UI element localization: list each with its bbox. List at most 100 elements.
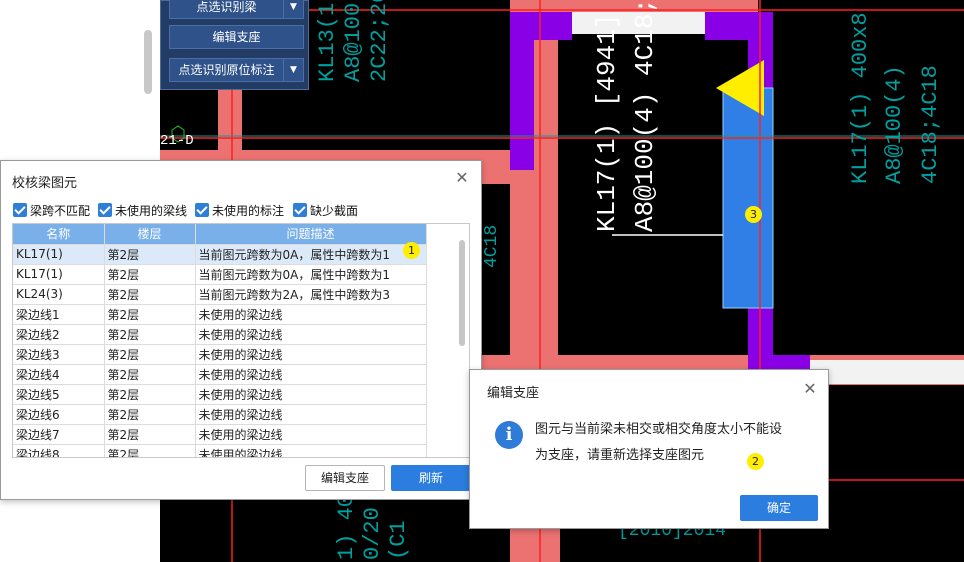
info-icon: i	[495, 421, 523, 449]
badge-2: 2	[747, 453, 764, 470]
edit-support-tool-label: 编辑支座	[212, 30, 261, 44]
close-icon[interactable]: ✕	[453, 169, 471, 187]
table-scrollbar[interactable]	[459, 240, 465, 346]
check-beam-dialog: 校核梁图元 ✕ 梁跨不匹配 未使用的梁线 未使用的标注 缺少截面 名称 楼层 问…	[0, 160, 482, 500]
pick-identify-annotation-label: 点选识别原位标注	[178, 63, 275, 77]
filter-label: 缺少截面	[310, 204, 359, 218]
beam-right-white	[810, 360, 964, 384]
cad-main-label-1: KL17(1) [4941] 400	[592, 0, 622, 232]
cell-description: 未使用的梁边线	[195, 324, 427, 345]
badge-3: 3	[745, 206, 762, 223]
cell-description: 未使用的梁边线	[195, 424, 427, 445]
cell-floor: 第2层	[104, 364, 196, 385]
pick-identify-annotation-button[interactable]: 点选识别原位标注 ▼	[169, 58, 304, 82]
table-row[interactable]: KL24(3) 第2层 当前图元跨数为2A，属性中跨数为3	[13, 284, 427, 305]
cad-main-label-2: A8@100(4) 4C18;4C	[630, 0, 660, 232]
edit-support-alert-dialog: 编辑支座 ✕ i 图元与当前梁未相交或相交角度太小不能设 为支座，请重新选择支座…	[469, 369, 829, 529]
cad-right-label-2: A8@100(4)	[882, 65, 907, 184]
issue-table: 名称 楼层 问题描述 KL17(1) 第2层 当前图元跨数为0A，属性中跨数为1 KL…	[12, 223, 470, 458]
cell-name: 梁边线2	[13, 324, 105, 345]
table-row[interactable]: 梁边线2 第2层 未使用的梁边线	[13, 324, 427, 345]
column-header-name[interactable]: 名称	[13, 224, 105, 245]
cad-bottom-label-2: 0/20	[360, 507, 385, 560]
edit-support-button[interactable]: 编辑支座	[305, 465, 385, 491]
cell-name: KL17(1)	[13, 264, 105, 285]
cell-floor: 第2层	[104, 344, 196, 365]
table-row[interactable]: 梁边线5 第2层 未使用的梁边线	[13, 384, 427, 405]
cell-description: 未使用的梁边线	[195, 404, 427, 425]
cell-floor: 第2层	[104, 404, 196, 425]
filter-missing-section[interactable]: 缺少截面	[293, 202, 358, 218]
filter-label: 梁跨不匹配	[30, 204, 91, 218]
cell-name: 梁边线1	[13, 304, 105, 325]
cell-floor: 第2层	[104, 304, 196, 325]
column-left	[510, 12, 534, 170]
checkbox-icon[interactable]	[293, 203, 307, 217]
ok-button[interactable]: 确定	[740, 495, 818, 521]
axis-label: 21-D	[160, 133, 194, 149]
table-row[interactable]: 梁边线6 第2层 未使用的梁边线	[13, 404, 427, 425]
alert-title: 编辑支座	[487, 386, 540, 401]
cell-floor: 第2层	[104, 244, 196, 265]
cell-name: 梁边线8	[13, 444, 105, 457]
edit-support-tool-button[interactable]: 编辑支座	[169, 25, 304, 49]
filter-label: 未使用的标注	[212, 204, 285, 218]
cell-name: 梁边线7	[13, 424, 105, 445]
table-row[interactable]: 梁边线4 第2层 未使用的梁边线	[13, 364, 427, 385]
cad-label-kl13-rebar: 2C22;2C	[367, 0, 392, 82]
filter-unused-annotation[interactable]: 未使用的标注	[195, 202, 284, 218]
close-icon[interactable]: ✕	[801, 380, 819, 398]
cad-right-label-1: KL17(1) 400x8	[848, 12, 873, 184]
chevron-down-icon[interactable]: ▼	[283, 59, 303, 81]
cell-description: 未使用的梁边线	[195, 304, 427, 325]
cell-name: KL24(3)	[13, 284, 105, 305]
column-header-floor[interactable]: 楼层	[104, 224, 196, 245]
cell-floor: 第2层	[104, 264, 196, 285]
cell-floor: 第2层	[104, 384, 196, 405]
cad-label-kl13: KL13(1)	[315, 0, 340, 82]
table-row[interactable]: 梁边线3 第2层 未使用的梁边线	[13, 344, 427, 365]
alert-message-line1: 图元与当前梁未相交或相交角度太小不能设	[535, 422, 783, 437]
cell-floor: 第2层	[104, 424, 196, 445]
checkbox-icon[interactable]	[98, 203, 112, 217]
cell-description: 当前图元跨数为2A，属性中跨数为3	[195, 284, 427, 305]
checkbox-icon[interactable]	[195, 203, 209, 217]
table-row[interactable]: KL17(1) 第2层 当前图元跨数为0A，属性中跨数为1	[13, 264, 427, 285]
table-row[interactable]: 梁边线8 第2层 未使用的梁边线	[13, 444, 427, 457]
table-row[interactable]: 梁边线1 第2层 未使用的梁边线	[13, 304, 427, 325]
alert-message-line2: 为支座，请重新选择支座图元	[535, 448, 705, 463]
cell-description: 未使用的梁边线	[195, 444, 427, 457]
table-row[interactable]: 梁边线7 第2层 未使用的梁边线	[13, 424, 427, 445]
cell-name: 梁边线4	[13, 364, 105, 385]
filter-span-mismatch[interactable]: 梁跨不匹配	[13, 202, 90, 218]
beam-toolbar-panel: 点选识别梁 ▼ 编辑支座 点选识别原位标注 ▼	[160, 0, 309, 90]
cell-description: 未使用的梁边线	[195, 364, 427, 385]
support-blue-rect	[722, 87, 774, 309]
badge-1: 1	[403, 242, 420, 259]
cad-label-kl13-stirrup: A8@100(2)	[341, 0, 366, 82]
checkbox-icon[interactable]	[13, 203, 27, 217]
cell-name: KL17(1)	[13, 244, 105, 265]
cell-floor: 第2层	[104, 324, 196, 345]
cad-right-label-3: 4C18;4C18	[918, 65, 943, 184]
pick-identify-beam-button[interactable]: 点选识别梁 ▼	[169, 0, 304, 19]
cell-name: 梁边线3	[13, 344, 105, 365]
cell-description: 当前图元跨数为0A，属性中跨数为1	[195, 244, 427, 265]
cell-floor: 第2层	[104, 444, 196, 457]
pick-identify-beam-label: 点选识别梁	[196, 0, 257, 14]
chevron-down-icon[interactable]: ▼	[283, 0, 303, 18]
dialog-title: 校核梁图元	[12, 176, 78, 191]
cell-description: 未使用的梁边线	[195, 344, 427, 365]
cad-bottom-label-3: (C1	[386, 520, 411, 560]
column-header-description[interactable]: 问题描述	[195, 224, 427, 245]
cell-description: 当前图元跨数为0A，属性中跨数为1	[195, 264, 427, 285]
cell-floor: 第2层	[104, 284, 196, 305]
filter-unused-beam-line[interactable]: 未使用的梁线	[98, 202, 187, 218]
table-row[interactable]: KL17(1) 第2层 当前图元跨数为0A，属性中跨数为1	[13, 244, 427, 265]
refresh-button[interactable]: 刷新	[391, 465, 471, 491]
filter-label: 未使用的梁线	[115, 204, 188, 218]
cad-bottom-label-1: 1) 40	[334, 494, 359, 560]
cad-small-label: 4C18	[482, 225, 502, 268]
cell-name: 梁边线5	[13, 384, 105, 405]
left-panel-scrollbar[interactable]	[144, 30, 152, 94]
